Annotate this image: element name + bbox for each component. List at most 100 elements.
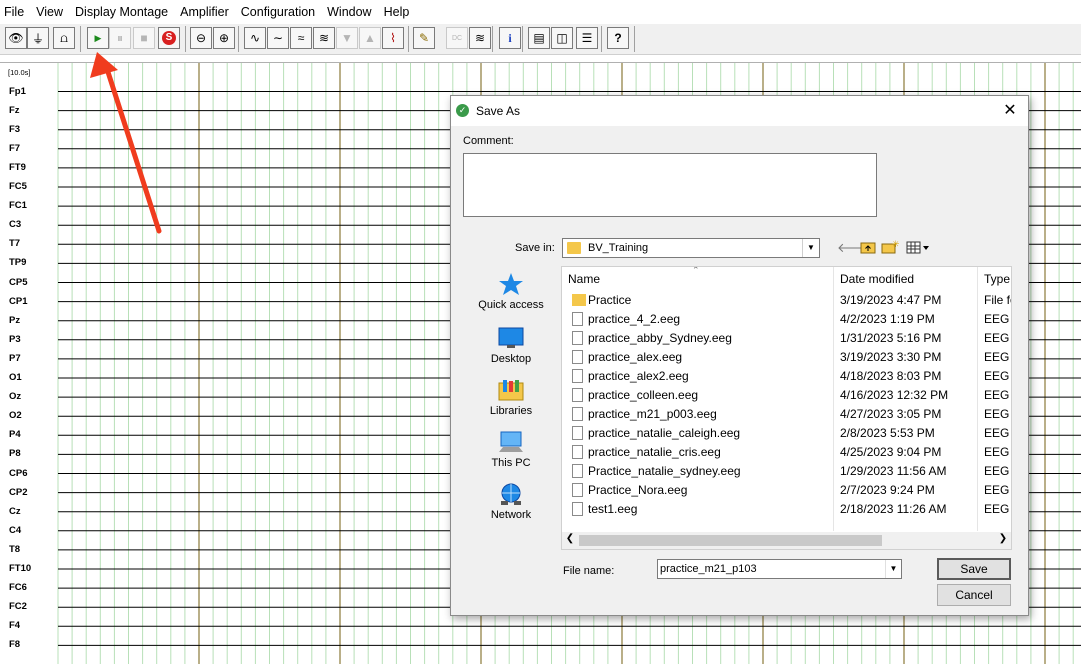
channel-label: FC2 [9,601,27,613]
file-name: practice_alex.eeg [588,350,683,364]
menu-file[interactable]: File [0,0,30,24]
new-folder-icon[interactable]: ✳ [881,239,900,256]
column-date-modified[interactable]: Date modified [840,272,914,286]
channel-label: Oz [9,391,22,403]
channel-label: CP6 [9,467,28,479]
back-arrow-icon[interactable]: 🡐 [837,240,872,256]
cancel-button[interactable]: Cancel [937,584,1011,606]
layout-3-icon[interactable]: ☰ [576,27,598,49]
marker-icon[interactable]: ⌇ [382,27,404,49]
menu-amplifier[interactable]: Amplifier [174,0,235,24]
view-menu-icon[interactable] [906,240,932,256]
file-row[interactable]: practice_colleen.eeg 4/16/2023 12:32 PM EE… [562,386,1011,405]
layout-1-icon[interactable]: ▤ [528,27,550,49]
file-date: 2/18/2023 11:26 AM [840,502,947,516]
up-folder-icon[interactable] [859,240,877,256]
file-name-input[interactable]: practice_m21_p103 ▼ [657,559,902,579]
channel-label: P3 [9,333,21,345]
place-network[interactable]: Network [463,482,559,521]
file-row[interactable]: Practice 3/19/2023 4:47 PM File fo [562,291,1011,310]
menu-help[interactable]: Help [378,0,416,24]
scroll-right-icon[interactable]: ❯ [995,533,1011,544]
file-date: 2/8/2023 5:53 PM [840,426,935,440]
file-date: 4/25/2023 9:04 PM [840,445,942,459]
waves-icon[interactable]: ≋ [469,27,491,49]
play-icon[interactable]: ▶ [87,27,109,49]
toolbar-separator [408,26,409,52]
save-button[interactable]: Save [937,558,1011,580]
place-this-pc[interactable]: This PC [463,430,559,469]
file-icon [572,464,583,478]
place-label: Network [490,509,532,521]
place-libraries[interactable]: Libraries [463,378,559,417]
column-type[interactable]: Type [984,272,1010,286]
column-name[interactable]: Name [568,272,600,286]
horizontal-scrollbar[interactable]: ❮ ❯ [562,532,1011,549]
scale-up-icon[interactable]: ∿ [244,27,266,49]
file-row[interactable]: practice_m21_p003.eeg 4/27/2023 3:05 PM EE… [562,405,1011,424]
info-icon[interactable]: i [499,27,521,49]
dc-correction-icon[interactable]: DC [446,27,468,49]
filter-icon[interactable]: ≋ [313,27,335,49]
place-quick-access[interactable]: Quick access [463,272,559,311]
channel-label: F4 [9,620,21,632]
file-icon [572,445,583,459]
libraries-icon [497,378,525,402]
close-icon[interactable]: ✕ [1000,101,1020,121]
file-list[interactable]: ⌃ Name Date modified Type Practice 3/19/2… [561,266,1012,550]
channel-label: FC1 [9,200,27,212]
channel-label: FT9 [9,161,26,173]
channel-label: F8 [9,639,21,651]
impedance-icon[interactable]: ⩍ [53,27,75,49]
file-row[interactable]: practice_alex.eeg 3/19/2023 3:30 PM EEG F [562,348,1011,367]
channel-label: C4 [9,524,22,536]
place-desktop[interactable]: Desktop [463,326,559,365]
layout-2-icon[interactable]: ◫ [551,27,573,49]
menu-configuration[interactable]: Configuration [235,0,321,24]
scroll-left-icon[interactable]: ❮ [562,533,578,544]
save-in-dropdown[interactable]: BV_Training ▼ [562,238,820,258]
file-row[interactable]: Practice_natalie_sydney.eeg 1/29/2023 11:… [562,462,1011,481]
file-row[interactable]: test1.eeg 2/18/2023 11:26 AM EEG F [562,500,1011,519]
file-type: EEG F [984,350,1011,364]
dialog-titlebar[interactable]: ✓ Save As ✕ [451,96,1028,126]
scale-down-icon[interactable]: ∼ [267,27,289,49]
file-type: EEG F [984,483,1011,497]
menu-display-montage[interactable]: Display Montage [69,0,174,24]
channel-label: F3 [9,123,21,135]
file-icon [572,426,583,440]
file-name-label: File name: [563,565,615,577]
pencil-icon[interactable]: ✎ [413,27,435,49]
chevron-down-icon[interactable]: ▼ [802,239,819,257]
zoom-in-icon[interactable]: ⊕ [213,27,235,49]
menu-view[interactable]: View [30,0,69,24]
file-row[interactable]: Practice_Nora.eeg 2/7/2023 9:24 PM EEG F [562,481,1011,500]
channels-up-icon[interactable]: ▲ [359,27,381,49]
file-row[interactable]: practice_abby_Sydney.eeg 1/31/2023 5:16 P… [562,329,1011,348]
file-row[interactable]: practice_4_2.eeg 4/2/2023 1:19 PM EEG F [562,310,1011,329]
menu-window[interactable]: Window [321,0,377,24]
baseline-icon[interactable]: ≈ [290,27,312,49]
comment-textarea[interactable] [463,153,877,217]
file-type: EEG F [984,369,1011,383]
stop-icon[interactable]: ■ [133,27,155,49]
file-date: 3/19/2023 3:30 PM [840,350,942,364]
pause-icon[interactable]: ⏸ [109,27,131,49]
file-row[interactable]: practice_alex2.eeg 4/18/2023 8:03 PM EEG F [562,367,1011,386]
electrode-icon[interactable]: ⏚ [27,27,49,49]
channel-label: Fp1 [9,85,26,97]
file-row[interactable]: practice_natalie_caleigh.eeg 2/8/2023 5:5… [562,424,1011,443]
record-icon[interactable]: S [158,27,180,49]
eye-icon[interactable]: 👁 [5,27,27,49]
zoom-out-icon[interactable]: ⊖ [190,27,212,49]
channel-label: P7 [9,352,21,364]
file-name: practice_4_2.eeg [588,312,681,326]
scrollbar-thumb[interactable] [579,535,882,546]
help-icon[interactable]: ? [607,27,629,49]
toolbar-separator [634,26,635,52]
file-row[interactable]: practice_natalie_cris.eeg 4/25/2023 9:04 … [562,443,1011,462]
time-scale-label: [10.0s] [8,68,31,77]
channels-down-icon[interactable]: ▼ [336,27,358,49]
file-type: File fo [984,293,1011,307]
chevron-down-icon[interactable]: ▼ [885,560,901,578]
